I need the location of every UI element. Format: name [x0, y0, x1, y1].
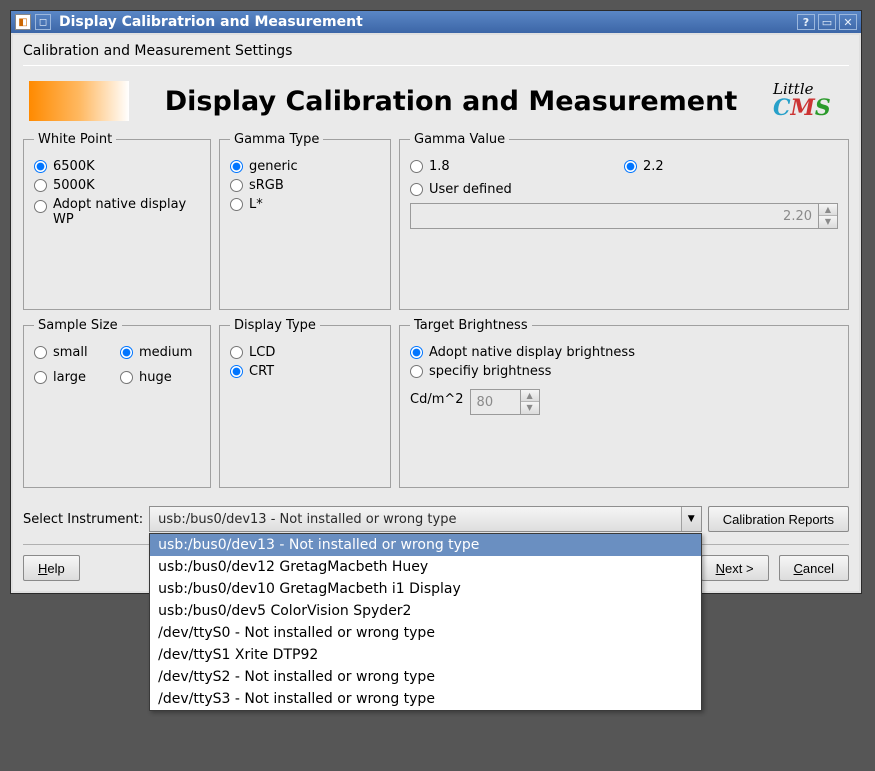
group-gammavalue: Gamma Value 1.8 2.2 [399, 132, 849, 310]
brightness-spin: 80 ▲ ▼ [470, 389, 540, 415]
divider [23, 65, 849, 66]
radio-6500k-input[interactable] [34, 160, 47, 173]
window-title: Display Calibratrion and Measurement [55, 14, 794, 30]
instrument-combo-box[interactable]: usb:/bus0/dev13 - Not installed or wrong… [149, 506, 702, 532]
gamma-spin-up-icon[interactable]: ▲ [819, 204, 837, 216]
radio-6500k[interactable]: 6500K [34, 159, 200, 174]
radio-5000k[interactable]: 5000K [34, 178, 200, 193]
radio-lcd-input[interactable] [230, 346, 243, 359]
instrument-combo[interactable]: usb:/bus0/dev13 - Not installed or wrong… [149, 506, 702, 532]
banner: Display Calibration and Measurement Litt… [23, 76, 849, 132]
radio-crt-input[interactable] [230, 365, 243, 378]
radio-lstar[interactable]: L* [230, 197, 380, 212]
instrument-selected: usb:/bus0/dev13 - Not installed or wrong… [150, 512, 681, 527]
radio-gamma-18[interactable]: 1.8 [410, 159, 624, 174]
gradient-swatch-icon [29, 81, 129, 121]
close-icon[interactable]: ✕ [839, 14, 857, 30]
chevron-down-icon[interactable]: ▼ [681, 507, 701, 531]
radio-generic[interactable]: generic [230, 159, 380, 174]
gamma-spin-down-icon[interactable]: ▼ [819, 216, 837, 228]
page-subtitle: Calibration and Measurement Settings [23, 41, 849, 65]
shade-icon[interactable]: ◻ [35, 14, 51, 30]
radio-native-wp[interactable]: Adopt native display WP [34, 197, 200, 227]
gamma-spin-value: 2.20 [411, 209, 818, 224]
samplesize-legend: Sample Size [34, 318, 122, 333]
instrument-label: Select Instrument: [23, 512, 143, 527]
radio-gamma-user-input[interactable] [410, 183, 423, 196]
radio-medium[interactable]: medium [120, 345, 200, 360]
displaytype-legend: Display Type [230, 318, 320, 333]
radio-brightness-specify[interactable]: specifiy brightness [410, 364, 838, 379]
radio-large[interactable]: large [34, 370, 114, 385]
instrument-option[interactable]: /dev/ttyS2 - Not installed or wrong type [150, 666, 701, 688]
radio-srgb[interactable]: sRGB [230, 178, 380, 193]
radio-crt[interactable]: CRT [230, 364, 380, 379]
brightness-unit-label: Cd/m^2 [410, 392, 464, 407]
radio-srgb-input[interactable] [230, 179, 243, 192]
littlecms-logo: Little CMS [773, 80, 843, 122]
group-displaytype: Display Type LCD CRT [219, 318, 391, 488]
radio-huge-input[interactable] [120, 371, 133, 384]
cancel-button[interactable]: Cancel [779, 555, 849, 581]
radio-medium-input[interactable] [120, 346, 133, 359]
instrument-option[interactable]: usb:/bus0/dev10 GretagMacbeth i1 Display [150, 578, 701, 600]
banner-heading: Display Calibration and Measurement [141, 86, 761, 117]
radio-large-input[interactable] [34, 371, 47, 384]
group-gammatype: Gamma Type generic sRGB L* [219, 132, 391, 310]
radio-small-input[interactable] [34, 346, 47, 359]
gammavalue-legend: Gamma Value [410, 132, 509, 147]
group-targetbrightness: Target Brightness Adopt native display b… [399, 318, 849, 488]
radio-gamma-user[interactable]: User defined [410, 182, 838, 197]
minimize-icon[interactable]: ▭ [818, 14, 836, 30]
help-icon[interactable]: ? [797, 14, 815, 30]
instrument-option[interactable]: usb:/bus0/dev13 - Not installed or wrong… [150, 534, 701, 556]
client-area: Calibration and Measurement Settings Dis… [11, 33, 861, 593]
radio-gamma-22[interactable]: 2.2 [624, 159, 838, 174]
radio-huge[interactable]: huge [120, 370, 200, 385]
radio-lstar-input[interactable] [230, 198, 243, 211]
radio-gamma-22-input[interactable] [624, 160, 637, 173]
radio-brightness-native[interactable]: Adopt native display brightness [410, 345, 838, 360]
help-button[interactable]: Help [23, 555, 80, 581]
radio-brightness-native-input[interactable] [410, 346, 423, 359]
dialog-window: ◧ ◻ Display Calibratrion and Measurement… [10, 10, 862, 594]
gamma-spin: 2.20 ▲ ▼ [410, 203, 838, 229]
instrument-row: Select Instrument: usb:/bus0/dev13 - Not… [23, 506, 849, 532]
gammatype-legend: Gamma Type [230, 132, 323, 147]
settings-groups: White Point 6500K 5000K Adopt native dis… [23, 132, 849, 496]
radio-native-wp-input[interactable] [34, 200, 47, 213]
instrument-option[interactable]: usb:/bus0/dev5 ColorVision Spyder2 [150, 600, 701, 622]
instrument-option[interactable]: usb:/bus0/dev12 GretagMacbeth Huey [150, 556, 701, 578]
instrument-option[interactable]: /dev/ttyS0 - Not installed or wrong type [150, 622, 701, 644]
calibration-reports-button[interactable]: Calibration Reports [708, 506, 849, 532]
next-button[interactable]: Next > [701, 555, 769, 581]
group-samplesize: Sample Size small medium large [23, 318, 211, 488]
radio-generic-input[interactable] [230, 160, 243, 173]
whitepoint-legend: White Point [34, 132, 116, 147]
group-whitepoint: White Point 6500K 5000K Adopt native dis… [23, 132, 211, 310]
brightness-spin-down-icon[interactable]: ▼ [521, 402, 539, 414]
brightness-spin-up-icon[interactable]: ▲ [521, 390, 539, 402]
targetbrightness-legend: Target Brightness [410, 318, 532, 333]
app-icon: ◧ [15, 14, 31, 30]
instrument-option[interactable]: /dev/ttyS1 Xrite DTP92 [150, 644, 701, 666]
brightness-spin-value: 80 [471, 395, 520, 410]
titlebar[interactable]: ◧ ◻ Display Calibratrion and Measurement… [11, 11, 861, 33]
radio-small[interactable]: small [34, 345, 114, 360]
radio-5000k-input[interactable] [34, 179, 47, 192]
radio-gamma-18-input[interactable] [410, 160, 423, 173]
instrument-dropdown[interactable]: usb:/bus0/dev13 - Not installed or wrong… [149, 533, 702, 711]
radio-brightness-specify-input[interactable] [410, 365, 423, 378]
instrument-option[interactable]: /dev/ttyS3 - Not installed or wrong type [150, 688, 701, 710]
radio-lcd[interactable]: LCD [230, 345, 380, 360]
